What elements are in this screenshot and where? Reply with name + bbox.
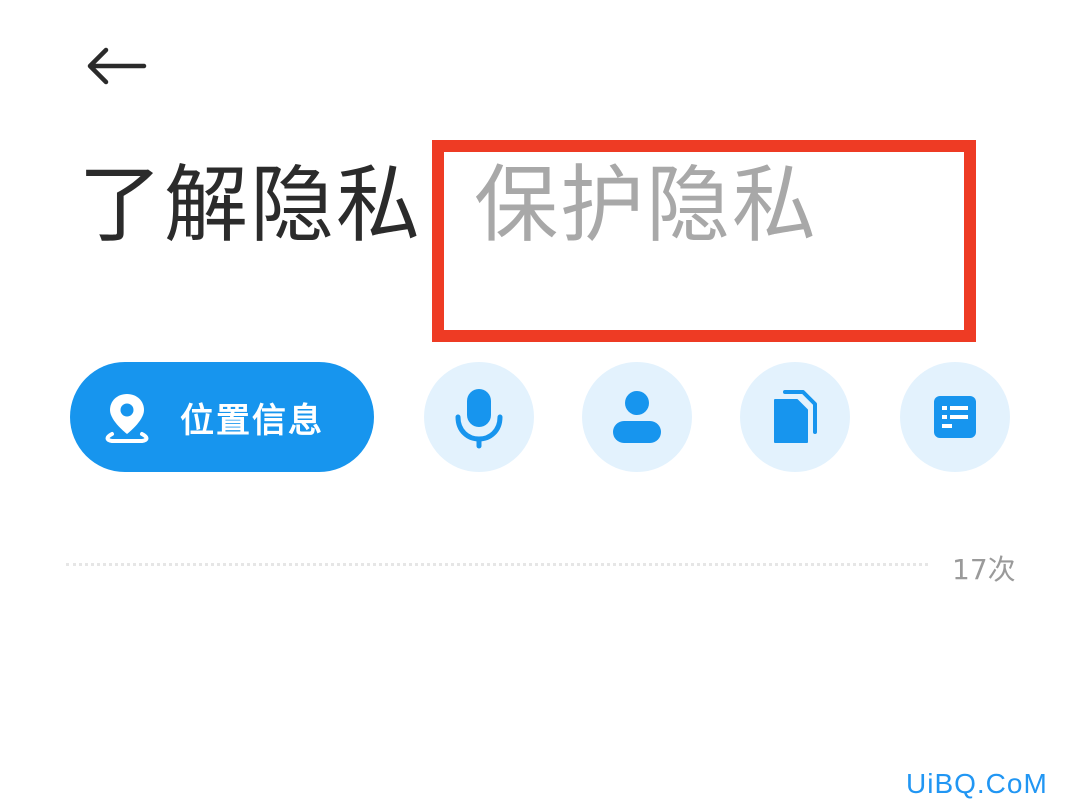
list-document-icon — [934, 396, 976, 438]
category-chip-documents[interactable] — [900, 362, 1010, 472]
site-watermark: UiBQ.CoM — [906, 768, 1048, 799]
usage-count: 17次 — [952, 553, 1016, 586]
microphone-icon — [455, 389, 503, 449]
category-chip-location[interactable]: 位置信息 — [70, 362, 374, 472]
privacy-page: 了解隐私 保护隐私 位置信息 17次 UiBQ.CoM — [0, 0, 1080, 810]
permission-category-bar: 位置信息 — [70, 362, 1020, 472]
privacy-tabs: 了解隐私 保护隐私 — [78, 150, 818, 260]
category-chip-files[interactable] — [740, 362, 850, 472]
tab-understand-privacy[interactable]: 了解隐私 — [78, 163, 422, 247]
back-button[interactable] — [78, 36, 154, 96]
category-chip-microphone[interactable] — [424, 362, 534, 472]
category-chip-label: 位置信息 — [180, 400, 324, 441]
arrow-left-icon — [87, 47, 147, 85]
tab-protect-privacy[interactable]: 保护隐私 — [474, 163, 818, 247]
location-pin-icon — [100, 390, 154, 444]
category-chip-contacts[interactable] — [582, 362, 692, 472]
files-icon — [774, 390, 817, 443]
contact-person-icon — [613, 391, 661, 443]
usage-divider — [66, 563, 928, 566]
